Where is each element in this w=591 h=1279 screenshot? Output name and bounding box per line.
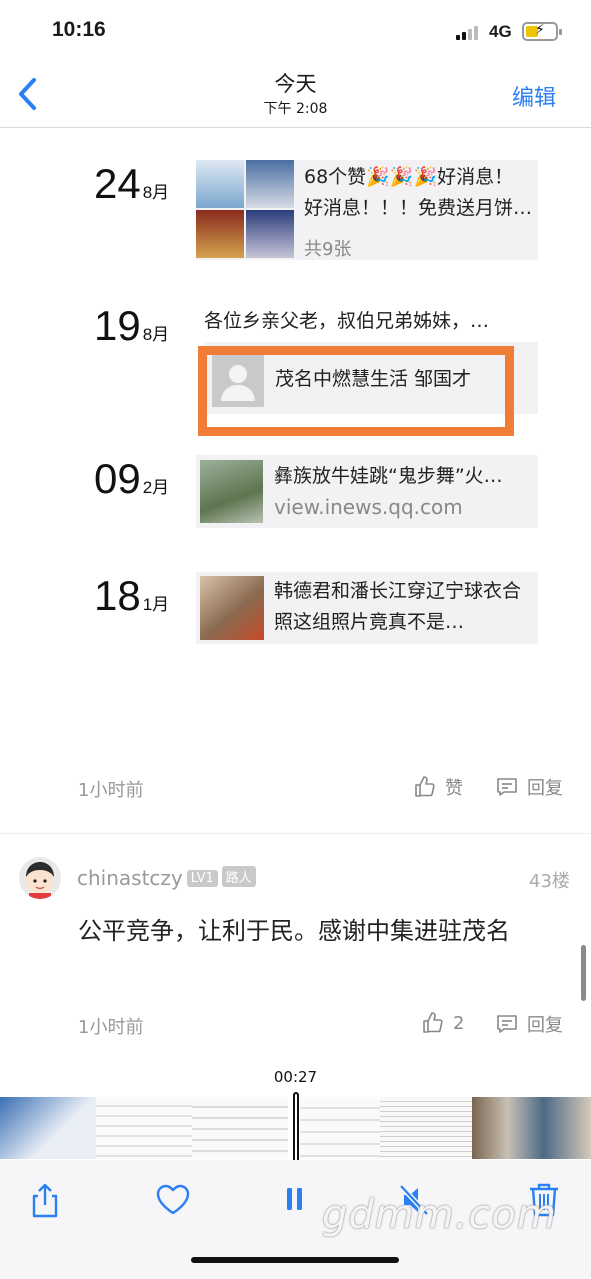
thumbs-up-icon bbox=[423, 1012, 443, 1033]
thumbnail bbox=[200, 576, 264, 640]
like-button[interactable]: 赞 bbox=[413, 774, 463, 800]
comment-icon bbox=[497, 778, 517, 796]
timeline-card[interactable]: 韩德君和潘长江穿辽宁球衣合照这组照片竟真不是… bbox=[196, 572, 538, 644]
card-text: 彝族放牛娃跳“鬼步舞”火… bbox=[274, 465, 503, 487]
highlight-box bbox=[198, 346, 514, 436]
reply-button[interactable]: 回复 bbox=[495, 774, 563, 800]
playhead-handle[interactable] bbox=[293, 1092, 299, 1164]
comment-text: 公平竞争，让利于民。感谢中集进驻茂名 bbox=[78, 917, 510, 945]
timeline-date: 18 1月 bbox=[94, 572, 170, 619]
photo-count: 共9张 bbox=[304, 239, 352, 260]
edit-button[interactable]: 编辑 bbox=[512, 80, 556, 112]
pause-button[interactable] bbox=[275, 1180, 315, 1220]
status-bar: 10:16 4G ⚡ bbox=[0, 0, 591, 62]
video-timestamp: 00:27 bbox=[273, 1068, 318, 1086]
card-text: 68个赞🎉🎉🎉好消息！好消息！！！免费送月饼… bbox=[304, 166, 532, 219]
share-button[interactable] bbox=[25, 1180, 65, 1220]
timeline-card[interactable]: 68个赞🎉🎉🎉好消息！好消息！！！免费送月饼… 共9张 bbox=[196, 160, 538, 260]
heart-icon bbox=[156, 1184, 190, 1215]
reply-label: 回复 bbox=[527, 778, 563, 799]
avatar-icon bbox=[26, 862, 54, 899]
timeline-date: 19 8月 bbox=[94, 302, 170, 349]
scrollbar[interactable] bbox=[581, 945, 586, 1001]
thumbnail bbox=[200, 460, 263, 523]
comment-username[interactable]: chinastczy LV1 路人 bbox=[77, 866, 256, 890]
like-label: 赞 bbox=[445, 778, 463, 799]
home-indicator[interactable] bbox=[191, 1257, 399, 1263]
timeline-date: 09 2月 bbox=[94, 455, 170, 502]
thumbs-up-icon bbox=[415, 776, 435, 797]
reply-button[interactable]: 回复 bbox=[495, 1011, 563, 1037]
share-icon bbox=[32, 1183, 58, 1218]
pause-icon bbox=[287, 1188, 302, 1210]
reply-label: 回复 bbox=[527, 1015, 563, 1036]
battery-icon: ⚡ bbox=[522, 22, 562, 41]
avatar[interactable] bbox=[19, 857, 61, 899]
photo-grid bbox=[196, 160, 296, 260]
card-text: 各位乡亲父老，叔伯兄弟姊妹，… bbox=[204, 310, 490, 332]
level-badge: LV1 bbox=[186, 870, 218, 887]
nav-title: 今天 bbox=[274, 72, 317, 96]
like-button[interactable]: 2 bbox=[421, 1011, 464, 1035]
link-domain: view.inews.qq.com bbox=[274, 495, 463, 519]
role-badge: 路人 bbox=[221, 866, 256, 887]
favorite-button[interactable] bbox=[153, 1180, 193, 1220]
post-time: 1小时前 bbox=[78, 780, 144, 801]
floor-number: 43楼 bbox=[529, 871, 570, 892]
signal-icon bbox=[456, 26, 482, 40]
comment-icon bbox=[497, 1015, 517, 1033]
card-text: 韩德君和潘长江穿辽宁球衣合照这组照片竟真不是… bbox=[274, 580, 522, 633]
nav-subtitle: 下午 2:08 bbox=[263, 101, 328, 117]
status-time: 10:16 bbox=[52, 18, 106, 41]
like-count: 2 bbox=[453, 1012, 465, 1034]
divider bbox=[0, 833, 591, 834]
timeline-date: 24 8月 bbox=[94, 160, 170, 207]
watermark: gdmm.com bbox=[322, 1192, 557, 1238]
timeline-card[interactable]: 彝族放牛娃跳“鬼步舞”火… view.inews.qq.com bbox=[196, 455, 538, 528]
navigation-bar: 今天 下午 2:08 编辑 bbox=[0, 62, 591, 128]
comment-time: 1小时前 bbox=[78, 1017, 144, 1038]
network-type: 4G bbox=[489, 22, 512, 41]
